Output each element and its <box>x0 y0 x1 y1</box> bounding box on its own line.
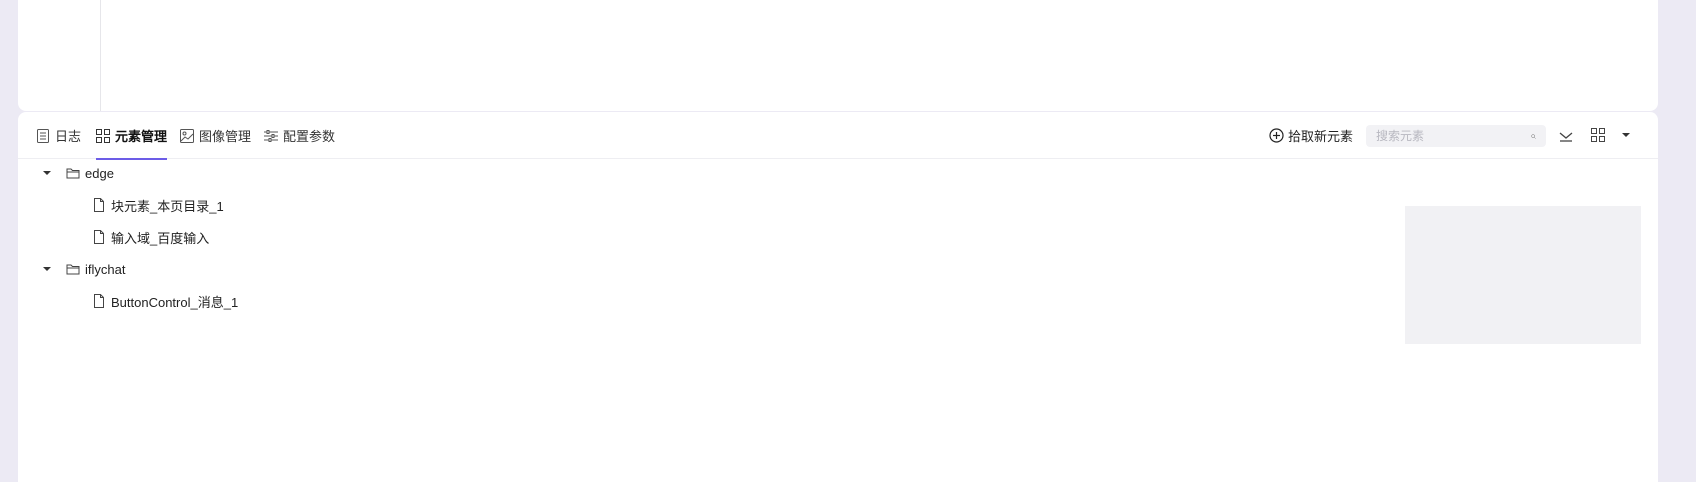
tree-label: iflychat <box>85 261 126 277</box>
search-input[interactable] <box>1376 129 1531 143</box>
file-icon <box>94 294 104 308</box>
tree-label: ButtonControl_消息_1 <box>111 294 239 310</box>
tab-label: 图像管理 <box>199 129 252 144</box>
bottom-panel: 日志 元素管理 图像管理 配置参数 拾取新元素 搜索元素 edge 块元素_本页… <box>18 112 1658 482</box>
file-icon <box>94 230 104 244</box>
file-icon <box>94 198 104 212</box>
tab-label: 配置参数 <box>283 129 336 144</box>
pick-new-element-button[interactable]: 拾取新元素 <box>1269 112 1353 159</box>
tree-label: 块元素_本页目录_1 <box>111 198 224 214</box>
collapse-all-icon[interactable] <box>1558 127 1574 143</box>
chevron-down-icon[interactable] <box>1618 127 1634 143</box>
element-preview <box>1405 206 1641 344</box>
tree-item[interactable]: 块元素_本页目录_1 <box>92 193 224 217</box>
tree-item[interactable]: ButtonControl_消息_1 <box>92 289 238 313</box>
tab-image-management[interactable]: 图像管理 <box>180 112 251 159</box>
line-number-gutter <box>100 0 101 111</box>
tab-log[interactable]: 日志 <box>36 112 81 159</box>
grid-view-icon[interactable] <box>1590 127 1606 143</box>
sliders-icon <box>264 129 278 142</box>
tab-bar: 日志 元素管理 图像管理 配置参数 拾取新元素 搜索元素 <box>18 112 1658 160</box>
folder-icon <box>66 168 80 179</box>
add-circle-icon <box>1269 128 1284 143</box>
tab-config-params[interactable]: 配置参数 <box>264 112 335 159</box>
caret-down-icon[interactable] <box>42 168 52 178</box>
tab-element-management[interactable]: 元素管理 <box>96 112 168 160</box>
tree-folder-edge[interactable]: edge <box>42 161 114 185</box>
tab-label: 元素管理 <box>115 129 168 144</box>
pick-new-element-label: 拾取新元素 <box>1288 129 1354 144</box>
tree-folder-iflychat[interactable]: iflychat <box>42 257 125 281</box>
tree-label: edge <box>85 165 114 181</box>
search-box <box>1366 125 1546 147</box>
folder-icon <box>66 264 80 275</box>
tab-label: 日志 <box>55 129 82 144</box>
log-icon <box>37 128 49 143</box>
grid-icon <box>96 128 110 143</box>
image-icon <box>180 128 194 143</box>
tree-label: 输入域_百度输入 <box>111 230 210 246</box>
tree-item[interactable]: 输入域_百度输入 <box>92 225 209 249</box>
search-icon[interactable] <box>1531 130 1536 143</box>
editor-panel <box>18 0 1658 111</box>
caret-down-icon[interactable] <box>42 264 52 274</box>
